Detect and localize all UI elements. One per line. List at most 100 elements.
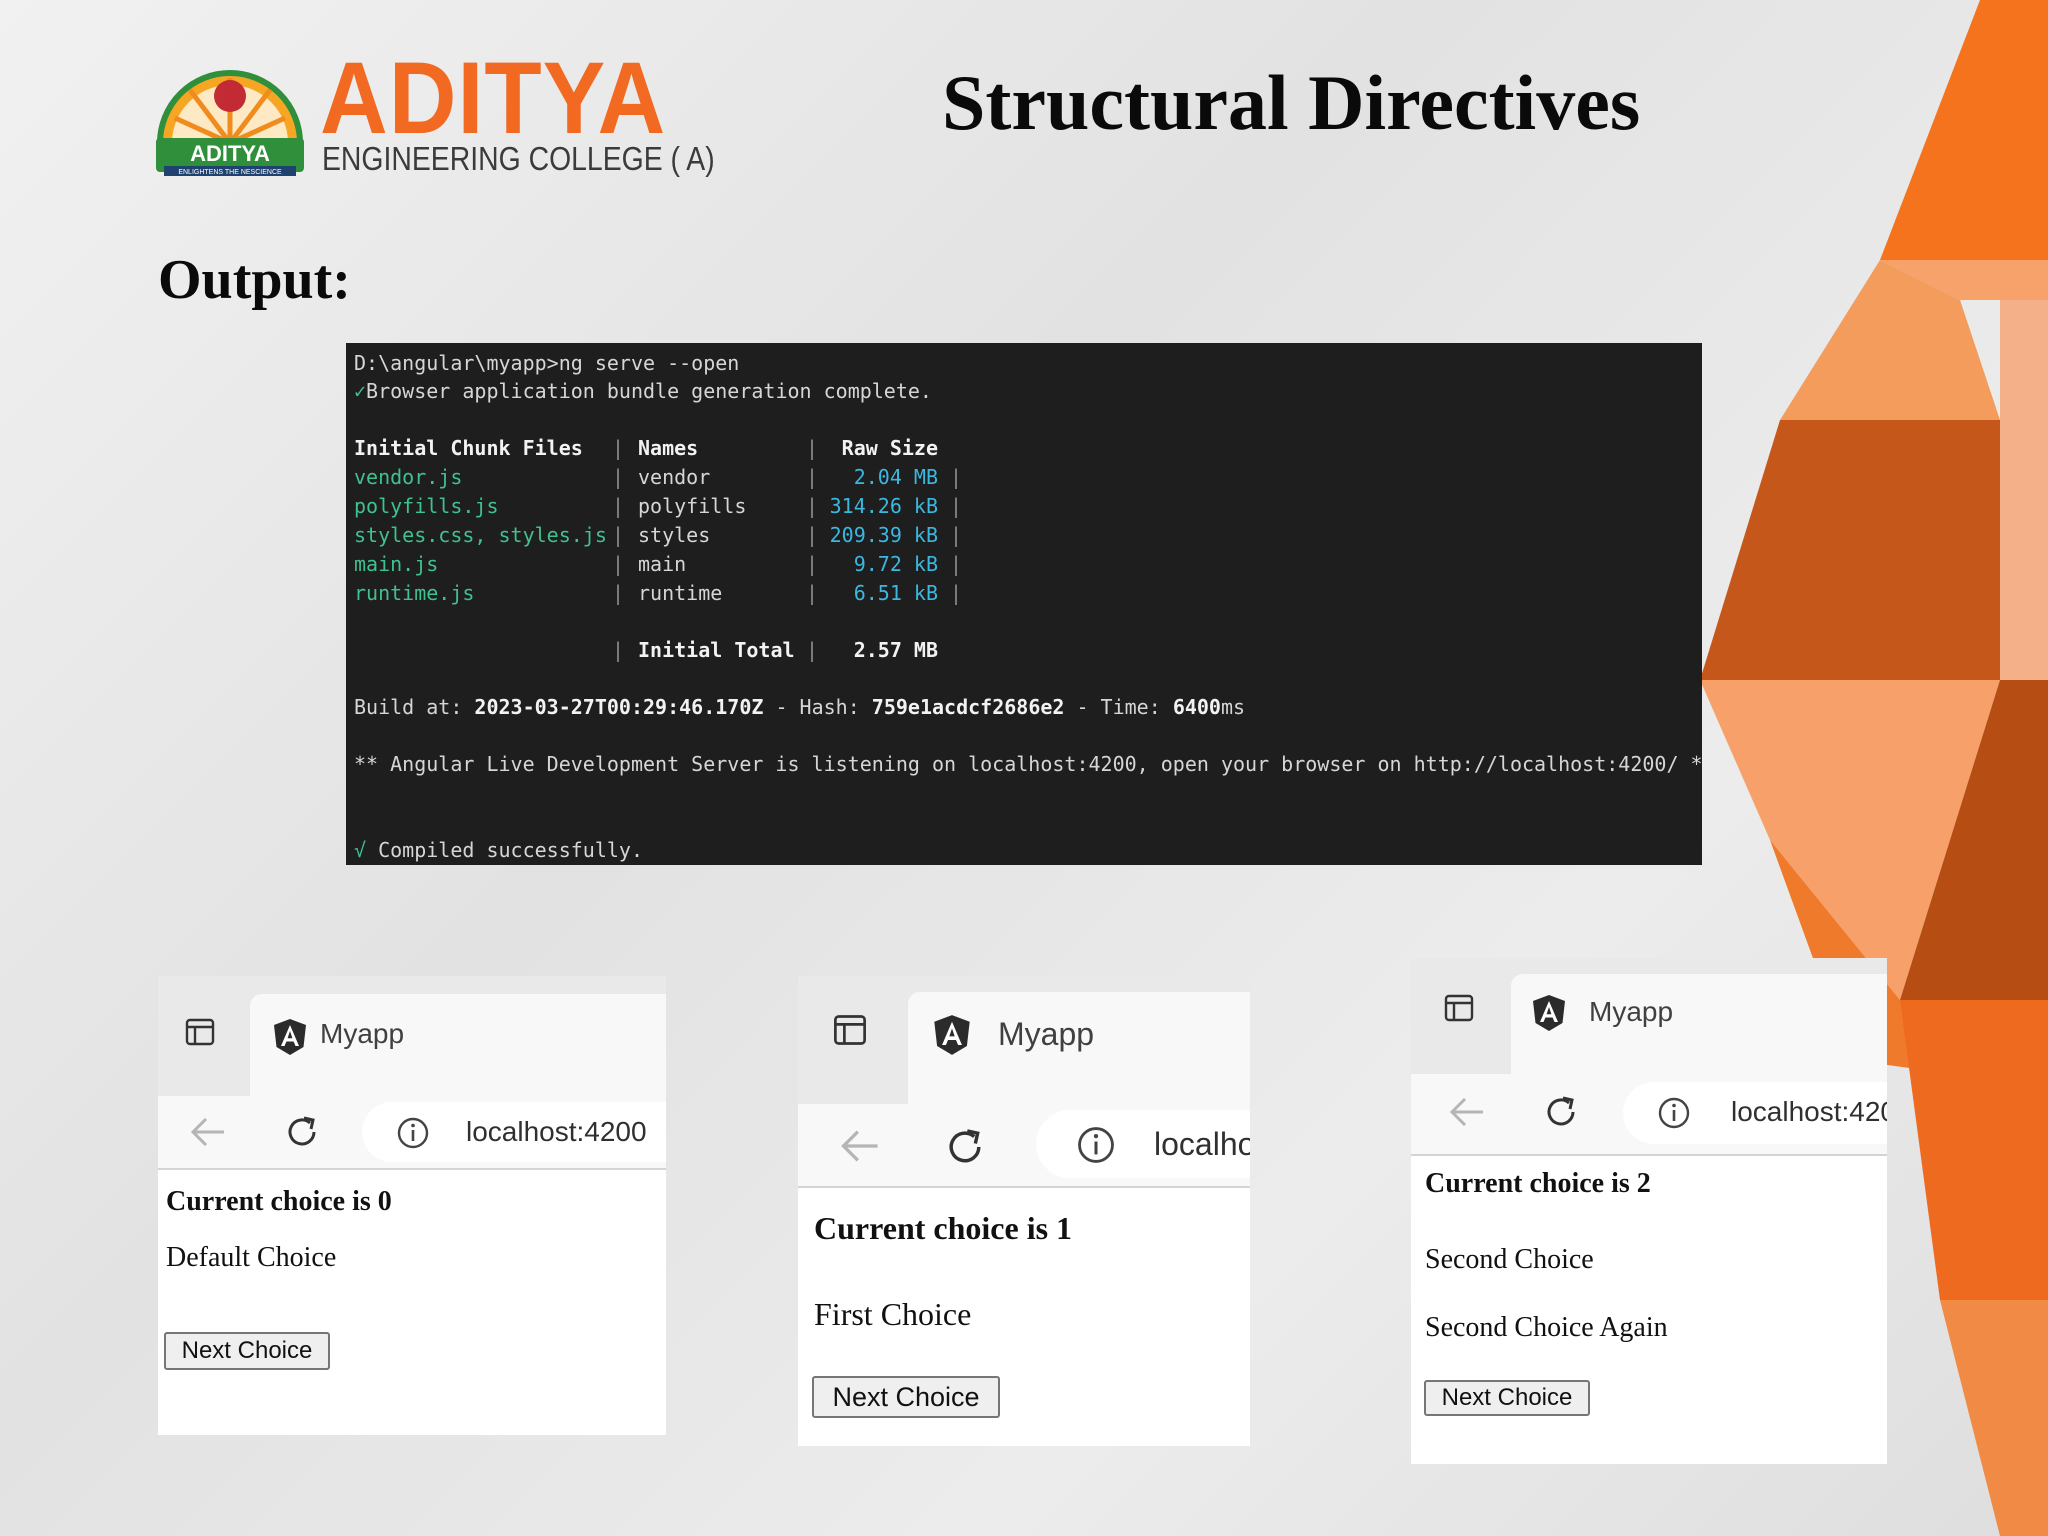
tab-title: Myapp xyxy=(1589,996,1674,1027)
col-divider: | xyxy=(612,465,625,489)
browser-window-2: Myapp localhost:4200 Current choice is 1… xyxy=(798,976,1250,1446)
reload-icon[interactable] xyxy=(282,1112,322,1152)
tab-myapp[interactable]: Myapp xyxy=(250,994,666,1098)
checkmark-icon: ✓ xyxy=(354,379,367,403)
browser-window-1: Myapp localhost:4200 Current choice is 0… xyxy=(158,976,666,1435)
next-choice-button[interactable]: Next Choice xyxy=(164,1332,330,1370)
tab-strip: Myapp xyxy=(798,976,1250,1106)
address-text: localhost:4200 xyxy=(1731,1096,1887,1127)
tab-title: Myapp xyxy=(320,1018,405,1049)
logo-subtitle: ENGINEERING COLLEGE ( A) xyxy=(322,140,715,177)
choice-text: Second Choice Again xyxy=(1425,1312,1668,1343)
choice-text: First Choice xyxy=(814,1296,972,1332)
address-field[interactable]: localhost:4200 xyxy=(362,1102,666,1162)
bundle-status-line: ✓Browser application bundle generation c… xyxy=(354,377,932,405)
tab-myapp[interactable]: Myapp xyxy=(908,992,1250,1106)
back-arrow-icon[interactable] xyxy=(838,1126,882,1166)
sidebar-toggle-icon[interactable] xyxy=(184,1016,216,1048)
chunk-name: main xyxy=(638,552,687,576)
chunk-file: styles.css, styles.js xyxy=(354,523,607,547)
sidebar-toggle-icon[interactable] xyxy=(1443,992,1475,1024)
col-divider: | xyxy=(950,552,963,576)
tab-title: Myapp xyxy=(998,1016,1095,1052)
col-divider: | xyxy=(612,523,625,547)
back-arrow-icon[interactable] xyxy=(188,1114,228,1150)
col-header-size: Raw Size xyxy=(841,436,938,460)
address-bar-row: localhost:4200 xyxy=(158,1096,666,1170)
initial-total-label: Initial Total xyxy=(638,638,795,662)
info-icon[interactable] xyxy=(1657,1096,1691,1130)
server-listening-line: ** Angular Live Development Server is li… xyxy=(354,752,1702,776)
info-icon[interactable] xyxy=(1076,1125,1116,1165)
angular-icon xyxy=(934,1015,970,1055)
chunk-name: styles xyxy=(638,523,711,547)
address-text: localhost:4200 xyxy=(466,1116,647,1147)
col-divider: | xyxy=(950,523,963,547)
choice-text: Second Choice xyxy=(1425,1244,1594,1275)
angular-icon xyxy=(1533,995,1565,1031)
build-hash: 759e1acdcf2686e2 xyxy=(871,695,1065,719)
tab-strip: Myapp xyxy=(158,976,666,1098)
back-arrow-icon[interactable] xyxy=(1447,1094,1487,1130)
chunk-name: polyfills xyxy=(638,494,747,518)
address-bar-row: localhost:4200 xyxy=(1411,1074,1887,1156)
choice-text: Default Choice xyxy=(166,1242,337,1273)
col-divider: | xyxy=(612,581,625,605)
angular-icon xyxy=(274,1019,306,1055)
col-divider: | xyxy=(950,581,963,605)
build-time: 6400 xyxy=(1172,695,1221,719)
sidebar-toggle-icon[interactable] xyxy=(832,1012,868,1048)
build-at-label: Build at: xyxy=(354,695,475,719)
col-divider: | xyxy=(612,552,625,576)
tab-myapp[interactable]: Myapp xyxy=(1511,974,1887,1076)
next-choice-button[interactable]: Next Choice xyxy=(1424,1380,1590,1416)
col-divider: | xyxy=(950,465,963,489)
chunk-file: polyfills.js xyxy=(354,494,499,518)
col-divider: | xyxy=(612,638,625,662)
svg-text:ENLIGHTENS THE NESCIENCE: ENLIGHTENS THE NESCIENCE xyxy=(178,169,282,176)
tab-strip: Myapp xyxy=(1411,958,1887,1076)
address-bar-row: localhost:4200 xyxy=(798,1104,1250,1188)
address-text: localhost:4200 xyxy=(1154,1126,1250,1162)
compiled-text: Compiled successfully. xyxy=(378,838,643,862)
time-label: - Time: xyxy=(1064,695,1173,719)
build-info-line: Build at: 2023-03-27T00:29:46.170Z - Has… xyxy=(354,693,1245,721)
col-divider: | xyxy=(612,494,625,518)
col-header-files: Initial Chunk Files xyxy=(354,436,583,460)
chunk-size: 209.39 kB xyxy=(829,523,938,547)
current-choice-heading: Current choice is 0 xyxy=(166,1186,392,1217)
compiled-line: √ Compiled successfully. xyxy=(354,836,643,864)
terminal-output: D:\angular\myapp>ng serve --open ✓Browse… xyxy=(346,343,1702,865)
output-label: Output: xyxy=(158,249,351,311)
hash-label: - Hash: xyxy=(763,695,872,719)
next-choice-button[interactable]: Next Choice xyxy=(812,1376,1000,1418)
info-icon[interactable] xyxy=(396,1116,430,1150)
chunk-size: 6.51 kB xyxy=(853,581,938,605)
college-emblem-icon: ADITYA ENLIGHTENS THE NESCIENCE xyxy=(156,70,304,176)
chunk-file: vendor.js xyxy=(354,465,463,489)
build-time-unit: ms xyxy=(1220,695,1246,719)
chunk-name: vendor xyxy=(638,465,711,489)
terminal-command: D:\angular\myapp>ng serve --open xyxy=(354,351,740,375)
current-choice-heading: Current choice is 1 xyxy=(814,1210,1073,1246)
address-field[interactable]: localhost:4200 xyxy=(1623,1082,1887,1144)
compiled-check-icon: √ xyxy=(354,838,367,862)
chunk-file: runtime.js xyxy=(354,581,475,605)
col-divider: | xyxy=(612,436,625,460)
chunk-size: 314.26 kB xyxy=(829,494,938,518)
col-header-names: Names xyxy=(638,436,699,460)
current-choice-heading: Current choice is 2 xyxy=(1425,1168,1651,1199)
initial-total-value: 2.57 MB xyxy=(853,638,938,662)
reload-icon[interactable] xyxy=(942,1124,988,1170)
chunk-size: 2.04 MB xyxy=(853,465,938,489)
col-divider: | xyxy=(950,494,963,518)
build-timestamp: 2023-03-27T00:29:46.170Z xyxy=(474,695,764,719)
chunk-name: runtime xyxy=(638,581,723,605)
browser-window-3: Myapp localhost:4200 Current choice is 2… xyxy=(1411,958,1887,1464)
address-field[interactable]: localhost:4200 xyxy=(1036,1110,1250,1178)
college-logo: ADITYA ENLIGHTENS THE NESCIENCE ADITYA E… xyxy=(150,38,715,178)
svg-text:ADITYA: ADITYA xyxy=(190,141,270,166)
chunk-file: main.js xyxy=(354,552,439,576)
reload-icon[interactable] xyxy=(1541,1092,1581,1132)
chunk-size: 9.72 kB xyxy=(853,552,938,576)
